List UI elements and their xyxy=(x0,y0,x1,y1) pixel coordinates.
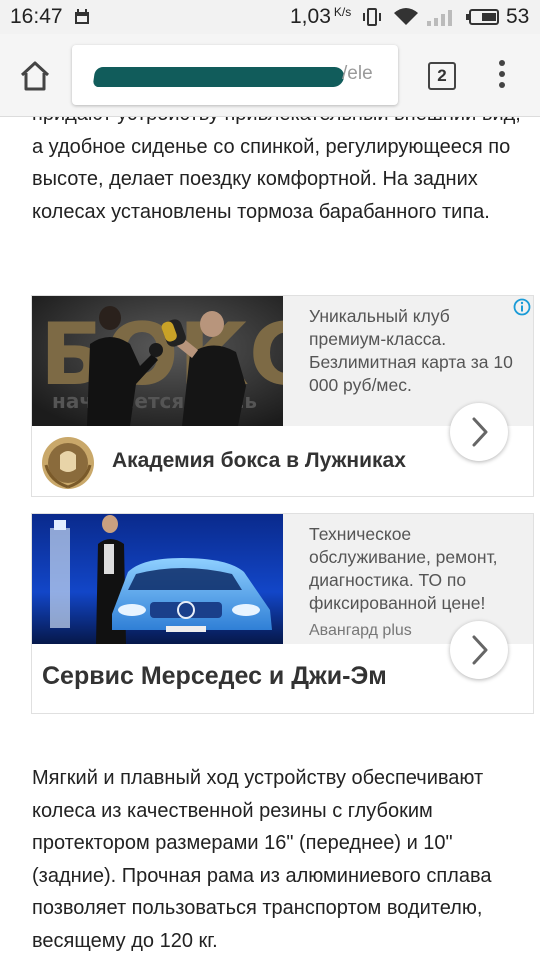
ad-description: Уникальный клуб премиум-класса. Безлимит… xyxy=(309,306,513,395)
ad-card-boxing[interactable]: БОКС начинается здесь Уникальный клуб пр… xyxy=(31,295,534,497)
url-fragment: /ele xyxy=(342,63,373,84)
ad-chevron-right-icon[interactable] xyxy=(450,621,508,679)
boxing-academy-logo xyxy=(42,437,94,489)
ad-info-icon[interactable] xyxy=(513,298,531,316)
home-icon[interactable] xyxy=(18,59,52,93)
ad-chevron-right-icon[interactable] xyxy=(450,403,508,461)
url-bar[interactable]: /ele xyxy=(72,45,398,105)
ad-title[interactable]: Сервис Мерседес и Джи-Эм xyxy=(42,662,387,691)
calendar-icon xyxy=(75,9,89,24)
ad-description: Техническое обслуживание, ремонт, диагно… xyxy=(309,524,498,613)
signal-icon xyxy=(427,10,452,26)
ad-image-car-showroom xyxy=(32,514,283,644)
redacted-url xyxy=(92,67,346,87)
ad-description-panel: Техническое обслуживание, ремонт, диагно… xyxy=(283,514,533,644)
network-speed: 1,03 K/s xyxy=(290,5,352,28)
status-bar: 16:47 1,03 K/s 53 xyxy=(0,0,540,34)
ad-description-panel: Уникальный клуб премиум-класса. Безлимит… xyxy=(283,296,533,426)
status-time: 16:47 xyxy=(10,5,63,28)
tab-switcher-button[interactable]: 2 xyxy=(428,62,456,90)
ad-advertiser: Авангард plus xyxy=(309,622,412,639)
overflow-menu-icon[interactable] xyxy=(496,60,508,90)
vibrate-icon xyxy=(363,8,381,26)
article-paragraph: Мягкий и плавный ход устройству обеспечи… xyxy=(32,767,492,952)
battery-percent: 53 xyxy=(506,5,530,28)
ad-card-mercedes[interactable]: Техническое обслуживание, ремонт, диагно… xyxy=(31,513,534,714)
battery-icon xyxy=(466,9,499,25)
browser-toolbar: /ele 2 xyxy=(0,34,540,117)
article-paragraph: придают устройству привлекательный внешн… xyxy=(32,103,521,223)
wifi-icon xyxy=(394,8,418,25)
ad-title[interactable]: Академия бокса в Лужниках xyxy=(112,449,406,473)
ad-image-boxing: БОКС начинается здесь xyxy=(32,296,283,426)
